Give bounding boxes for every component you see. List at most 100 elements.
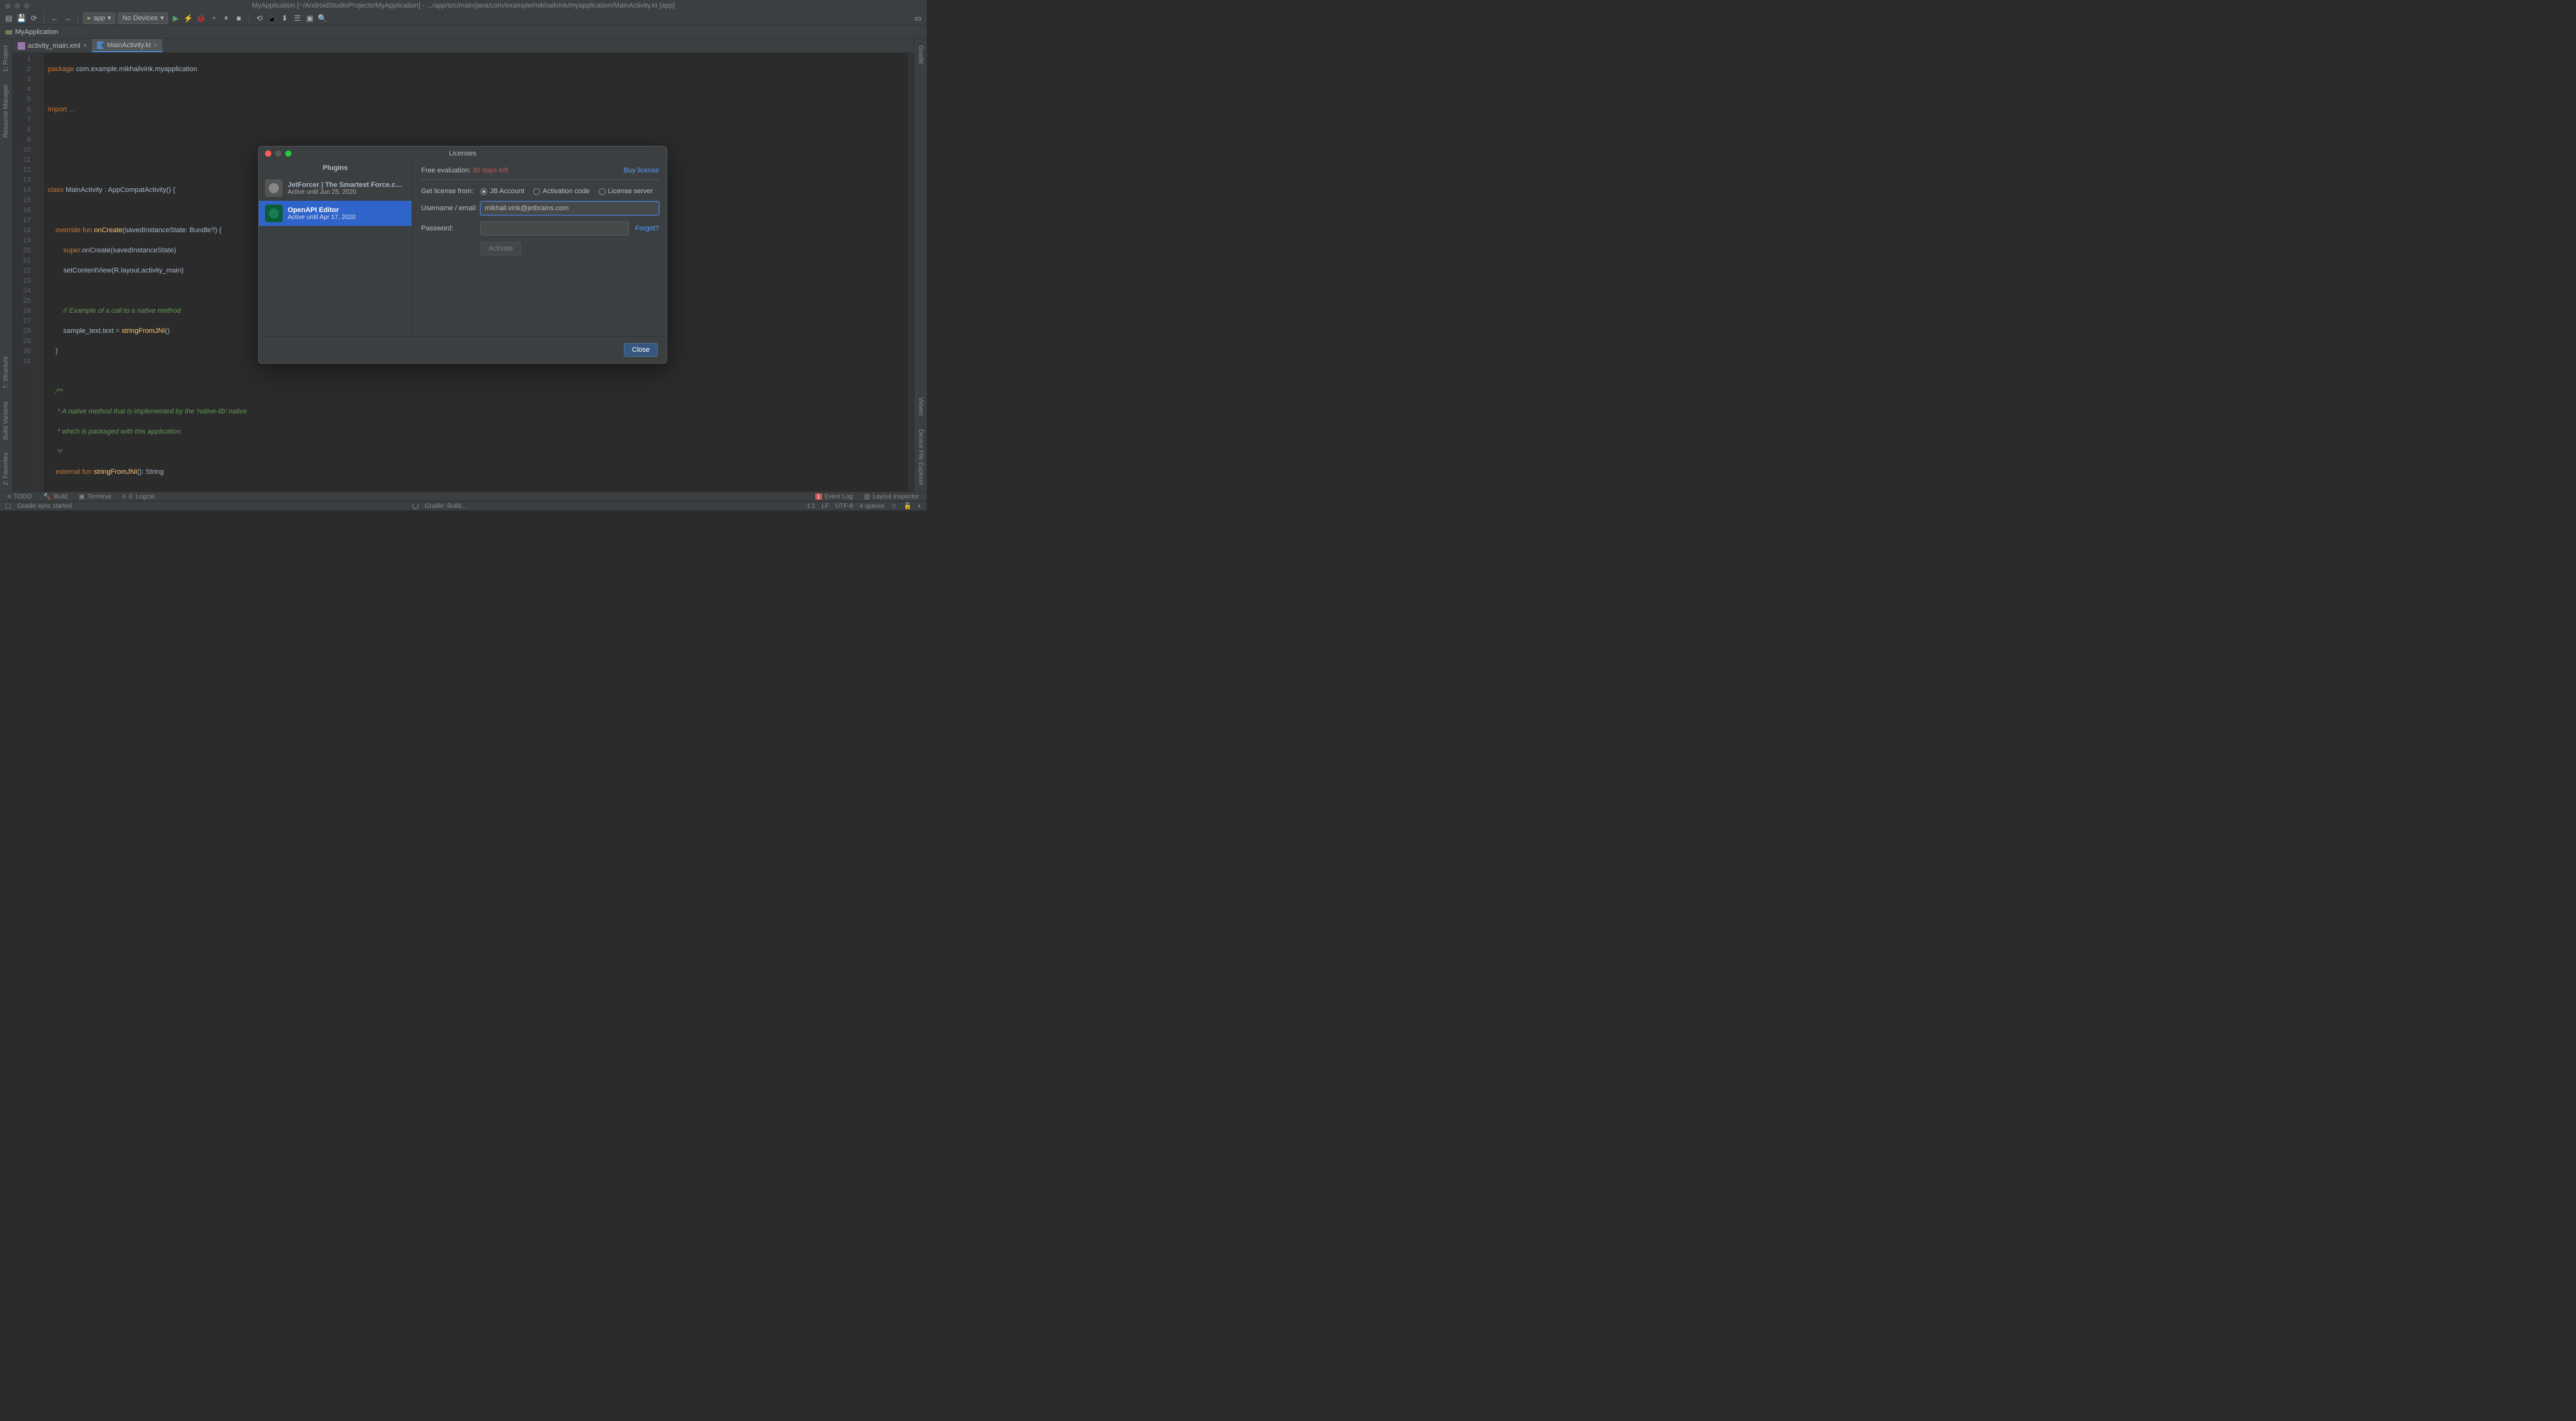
- separator: [44, 14, 45, 23]
- forward-icon[interactable]: →: [62, 13, 72, 23]
- close-window-icon[interactable]: [5, 3, 11, 9]
- close-tab-icon[interactable]: ×: [154, 42, 157, 49]
- license-detail-panel: Free evaluation: 30 days left. Buy licen…: [412, 160, 667, 336]
- line-number: 4: [13, 84, 31, 94]
- forgot-password-link[interactable]: Forgot?: [635, 225, 659, 232]
- attach-debugger-icon[interactable]: ⏸: [221, 13, 231, 23]
- left-tool-rail: 1: Project Resource Manager 7: Structure…: [0, 39, 13, 491]
- sync-gradle-icon[interactable]: ⟲: [254, 13, 264, 23]
- separator: [77, 14, 78, 23]
- right-tool-rail: Gradle Viewer Device File Explorer: [914, 39, 927, 491]
- background-task[interactable]: Gradle: Build...: [425, 503, 466, 510]
- tool-window-quick-access-icon[interactable]: ▢: [5, 503, 11, 510]
- open-file-icon[interactable]: ▤: [4, 13, 14, 23]
- radio-license-server[interactable]: License server: [599, 188, 653, 195]
- back-icon[interactable]: ←: [50, 13, 60, 23]
- tab-label: activity_main.xml: [28, 42, 81, 50]
- breadcrumb-project[interactable]: MyApplication: [15, 28, 58, 36]
- layout-inspector-tool-button[interactable]: ▧ Layout Inspector: [864, 493, 919, 500]
- line-number: 5: [13, 94, 31, 104]
- caret-position[interactable]: 1:1: [806, 503, 815, 510]
- plugins-section-header: Plugins: [259, 160, 412, 176]
- resource-manager-tool-button[interactable]: Resource Manager: [1, 78, 11, 144]
- read-only-icon[interactable]: 🔓: [904, 503, 912, 510]
- close-button[interactable]: Close: [624, 343, 658, 357]
- line-number-gutter[interactable]: 1 2 3 4 5 6 7 8 9 10 11 12 13 14 15 16 1…: [13, 53, 35, 491]
- device-file-explorer-tool-button[interactable]: Device File Explorer: [916, 423, 925, 491]
- kotlin-file-icon: [97, 42, 105, 49]
- gradle-tool-button[interactable]: Gradle: [916, 39, 925, 70]
- radio-activation-code[interactable]: Activation code: [533, 188, 590, 195]
- line-number: 26: [13, 306, 31, 316]
- run-config-select[interactable]: ▸app▾: [83, 13, 115, 24]
- get-license-row: Get license from: JB Account Activation …: [421, 188, 659, 195]
- run-config-label: app: [94, 14, 105, 22]
- error-stripe[interactable]: [908, 53, 914, 491]
- divider: [421, 179, 659, 180]
- line-number: 21: [13, 256, 31, 266]
- indent-setting[interactable]: 4 spaces: [859, 503, 884, 510]
- device-select[interactable]: No Devices▾: [118, 13, 168, 24]
- todo-tool-button[interactable]: ≡ TODO: [8, 493, 32, 500]
- sdk-manager-icon[interactable]: ⬇: [280, 13, 290, 23]
- dialog-titlebar[interactable]: Licenses: [259, 147, 667, 160]
- plugin-item-jetforcer[interactable]: JetForcer | The Smartest Force.com I... …: [259, 176, 412, 201]
- dialog-footer: Close: [259, 336, 667, 363]
- tab-label: MainActivity.kt: [107, 42, 150, 49]
- close-tab-icon[interactable]: ×: [83, 42, 87, 50]
- viewer-tool-button[interactable]: Viewer: [916, 391, 925, 422]
- memory-indicator-icon[interactable]: ◐: [918, 503, 922, 510]
- radio-icon: [533, 188, 540, 195]
- search-everywhere-icon[interactable]: 🔍: [317, 13, 327, 23]
- dialog-title: Licenses: [449, 150, 476, 157]
- save-icon[interactable]: 💾: [16, 13, 26, 23]
- line-number: 14: [13, 185, 31, 195]
- file-encoding[interactable]: UTF-8: [835, 503, 853, 510]
- build-variants-tool-button[interactable]: Build Variants: [1, 395, 11, 446]
- debug-icon[interactable]: 🐞: [196, 13, 206, 23]
- profile-icon[interactable]: ◔: [208, 13, 218, 23]
- avd-manager-icon[interactable]: 📱: [267, 13, 277, 23]
- event-log-tool-button[interactable]: 1 Event Log: [815, 493, 853, 500]
- traffic-lights: [0, 3, 30, 9]
- refresh-icon[interactable]: ⟳: [29, 13, 39, 23]
- line-number: 10: [13, 145, 31, 155]
- run-anything-icon[interactable]: ▣: [305, 13, 315, 23]
- tab-activity-main-xml[interactable]: activity_main.xml ×: [13, 39, 92, 52]
- activate-button[interactable]: Activate: [480, 242, 521, 256]
- zoom-window-icon[interactable]: [24, 3, 30, 9]
- line-separator[interactable]: LF: [822, 503, 829, 510]
- stop-icon[interactable]: ■: [234, 13, 244, 23]
- logcat-tool-button[interactable]: ≡ 6: Logcat: [123, 493, 155, 500]
- terminal-tool-button[interactable]: ▣ Terminal: [79, 493, 111, 500]
- run-icon[interactable]: ▶: [171, 13, 181, 23]
- structure-tool-button[interactable]: 7: Structure: [1, 350, 11, 395]
- apply-changes-icon[interactable]: ⚡: [183, 13, 193, 23]
- line-number: 11: [13, 155, 31, 165]
- dialog-traffic-lights: [259, 150, 291, 157]
- plugin-name: OpenAPI Editor: [288, 206, 356, 214]
- activate-row: Activate: [421, 242, 659, 256]
- close-dialog-icon[interactable]: [265, 150, 271, 157]
- radio-jb-account[interactable]: JB Account: [480, 188, 524, 195]
- build-tool-button[interactable]: 🔨 Build: [43, 493, 68, 500]
- presentation-mode-icon[interactable]: ▭: [913, 13, 923, 23]
- favorites-tool-button[interactable]: 2: Favorites: [1, 446, 11, 491]
- project-structure-icon[interactable]: ☰: [292, 13, 302, 23]
- buy-license-link[interactable]: Buy license: [624, 167, 659, 174]
- zoom-dialog-icon[interactable]: [285, 150, 291, 157]
- line-number: 13: [13, 175, 31, 185]
- line-number: 9: [13, 135, 31, 145]
- minimize-window-icon[interactable]: [14, 3, 20, 9]
- username-input[interactable]: [480, 201, 659, 215]
- password-input[interactable]: [480, 222, 629, 235]
- plugin-item-openapi-editor[interactable]: OpenAPI Editor Active until Apr 17, 2020: [259, 201, 412, 226]
- line-number: 28: [13, 326, 31, 336]
- line-number: 3: [13, 74, 31, 84]
- project-tool-button[interactable]: 1: Project: [1, 39, 11, 78]
- tab-main-activity-kt[interactable]: MainActivity.kt ×: [92, 39, 162, 52]
- line-number: 20: [13, 245, 31, 256]
- fold-column[interactable]: [35, 53, 44, 491]
- status-message: Gradle sync started: [17, 503, 72, 510]
- inspections-icon[interactable]: ☺: [891, 503, 897, 510]
